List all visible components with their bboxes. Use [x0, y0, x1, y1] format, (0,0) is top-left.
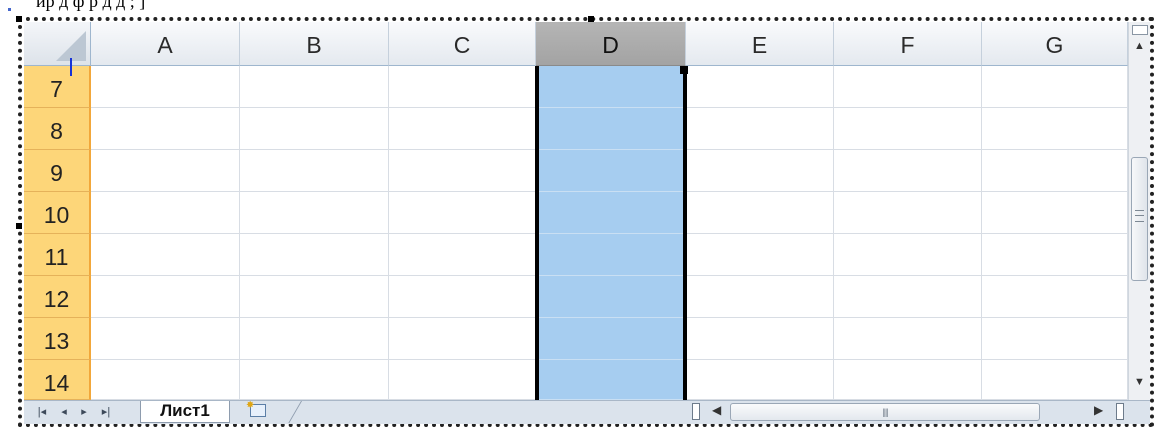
spreadsheet: A B C D E F G 7 8 9 10 11 12 13 14 ▲ ▼ |…: [24, 22, 1150, 424]
row-header-9[interactable]: 9: [24, 150, 91, 192]
cell-g8[interactable]: [982, 108, 1128, 150]
cell-b11[interactable]: [240, 234, 389, 276]
cell-d14[interactable]: [536, 360, 686, 400]
column-header-g[interactable]: G: [982, 22, 1128, 66]
cell-b14[interactable]: [240, 360, 389, 400]
resize-handle-top-left[interactable]: [16, 16, 22, 22]
cell-d12[interactable]: [536, 276, 686, 318]
column-header-a[interactable]: A: [91, 22, 240, 66]
row-header-7[interactable]: 7: [24, 66, 91, 108]
cell-g13[interactable]: [982, 318, 1128, 360]
cell-d11[interactable]: [536, 234, 686, 276]
cell-g9[interactable]: [982, 150, 1128, 192]
sheet-tab-list1[interactable]: Лист1: [140, 401, 230, 423]
cell-g14[interactable]: [982, 360, 1128, 400]
cell-c10[interactable]: [389, 192, 536, 234]
cell-f14[interactable]: [834, 360, 982, 400]
cell-d9[interactable]: [536, 150, 686, 192]
cell-f10[interactable]: [834, 192, 982, 234]
row-header-13[interactable]: 13: [24, 318, 91, 360]
cell-a13[interactable]: [91, 318, 240, 360]
row-header-12[interactable]: 12: [24, 276, 91, 318]
sheet-tab-bar: |◂ ◂ ▸ ▸| Лист1 ✸ ◀ |||| ▶: [24, 400, 1150, 424]
cell-b8[interactable]: [240, 108, 389, 150]
tab-split-icon[interactable]: [692, 403, 700, 420]
cell-c11[interactable]: [389, 234, 536, 276]
horizontal-scroll-thumb[interactable]: ||||: [730, 403, 1040, 421]
cell-f8[interactable]: [834, 108, 982, 150]
cell-d13[interactable]: [536, 318, 686, 360]
cell-g11[interactable]: [982, 234, 1128, 276]
cell-e8[interactable]: [686, 108, 834, 150]
column-header-c[interactable]: C: [389, 22, 536, 66]
cell-a12[interactable]: [91, 276, 240, 318]
cell-g7[interactable]: [982, 66, 1128, 108]
cell-a11[interactable]: [91, 234, 240, 276]
move-handle[interactable]: [8, 8, 11, 11]
fill-handle[interactable]: [680, 66, 688, 74]
cell-a10[interactable]: [91, 192, 240, 234]
cell-c14[interactable]: [389, 360, 536, 400]
column-header-e[interactable]: E: [686, 22, 834, 66]
cell-b12[interactable]: [240, 276, 389, 318]
cell-c9[interactable]: [389, 150, 536, 192]
row-header-11[interactable]: 11: [24, 234, 91, 276]
cell-a8[interactable]: [91, 108, 240, 150]
document-text: ир д ф р д д ; ]: [36, 0, 146, 11]
cell-f11[interactable]: [834, 234, 982, 276]
cell-g12[interactable]: [982, 276, 1128, 318]
select-all-corner[interactable]: [24, 22, 91, 66]
column-header-d[interactable]: D: [536, 22, 686, 66]
prev-sheet-icon[interactable]: ◂: [56, 403, 72, 421]
document-text-line: ир д ф р д д ; ]: [0, 0, 1158, 14]
resize-handle-left[interactable]: [16, 223, 22, 229]
cell-b10[interactable]: [240, 192, 389, 234]
cell-a9[interactable]: [91, 150, 240, 192]
cell-c13[interactable]: [389, 318, 536, 360]
cell-d10[interactable]: [536, 192, 686, 234]
cell-a7[interactable]: [91, 66, 240, 108]
cell-d7[interactable]: [536, 66, 686, 108]
cell-c12[interactable]: [389, 276, 536, 318]
cell-c8[interactable]: [389, 108, 536, 150]
cell-a14[interactable]: [91, 360, 240, 400]
scroll-right-icon[interactable]: ▶: [1094, 403, 1103, 417]
cell-f12[interactable]: [834, 276, 982, 318]
row-header-10[interactable]: 10: [24, 192, 91, 234]
insert-sheet-star-icon: ✸: [246, 400, 255, 411]
text-cursor: [70, 58, 72, 76]
next-sheet-icon[interactable]: ▸: [76, 403, 92, 421]
horizontal-split-icon[interactable]: [1116, 403, 1124, 420]
column-header-f[interactable]: F: [834, 22, 982, 66]
cell-c7[interactable]: [389, 66, 536, 108]
vertical-scrollbar[interactable]: ▲ ▼: [1128, 22, 1150, 400]
cell-g10[interactable]: [982, 192, 1128, 234]
split-box-icon[interactable]: [1132, 25, 1148, 35]
cell-e7[interactable]: [686, 66, 834, 108]
cell-d8[interactable]: [536, 108, 686, 150]
cell-f9[interactable]: [834, 150, 982, 192]
cell-f7[interactable]: [834, 66, 982, 108]
first-sheet-icon[interactable]: |◂: [34, 403, 50, 421]
row-header-8[interactable]: 8: [24, 108, 91, 150]
last-sheet-icon[interactable]: ▸|: [98, 403, 114, 421]
vertical-scroll-thumb[interactable]: [1131, 157, 1148, 281]
scroll-up-icon[interactable]: ▲: [1129, 36, 1150, 56]
cell-e12[interactable]: [686, 276, 834, 318]
cell-e9[interactable]: [686, 150, 834, 192]
cell-e10[interactable]: [686, 192, 834, 234]
column-header-b[interactable]: B: [240, 22, 389, 66]
cell-b13[interactable]: [240, 318, 389, 360]
scroll-left-icon[interactable]: ◀: [712, 403, 721, 417]
cell-b9[interactable]: [240, 150, 389, 192]
cell-e11[interactable]: [686, 234, 834, 276]
cell-e14[interactable]: [686, 360, 834, 400]
cell-e13[interactable]: [686, 318, 834, 360]
cell-b7[interactable]: [240, 66, 389, 108]
cell-f13[interactable]: [834, 318, 982, 360]
scroll-down-icon[interactable]: ▼: [1129, 372, 1150, 392]
row-header-14[interactable]: 14: [24, 360, 91, 400]
